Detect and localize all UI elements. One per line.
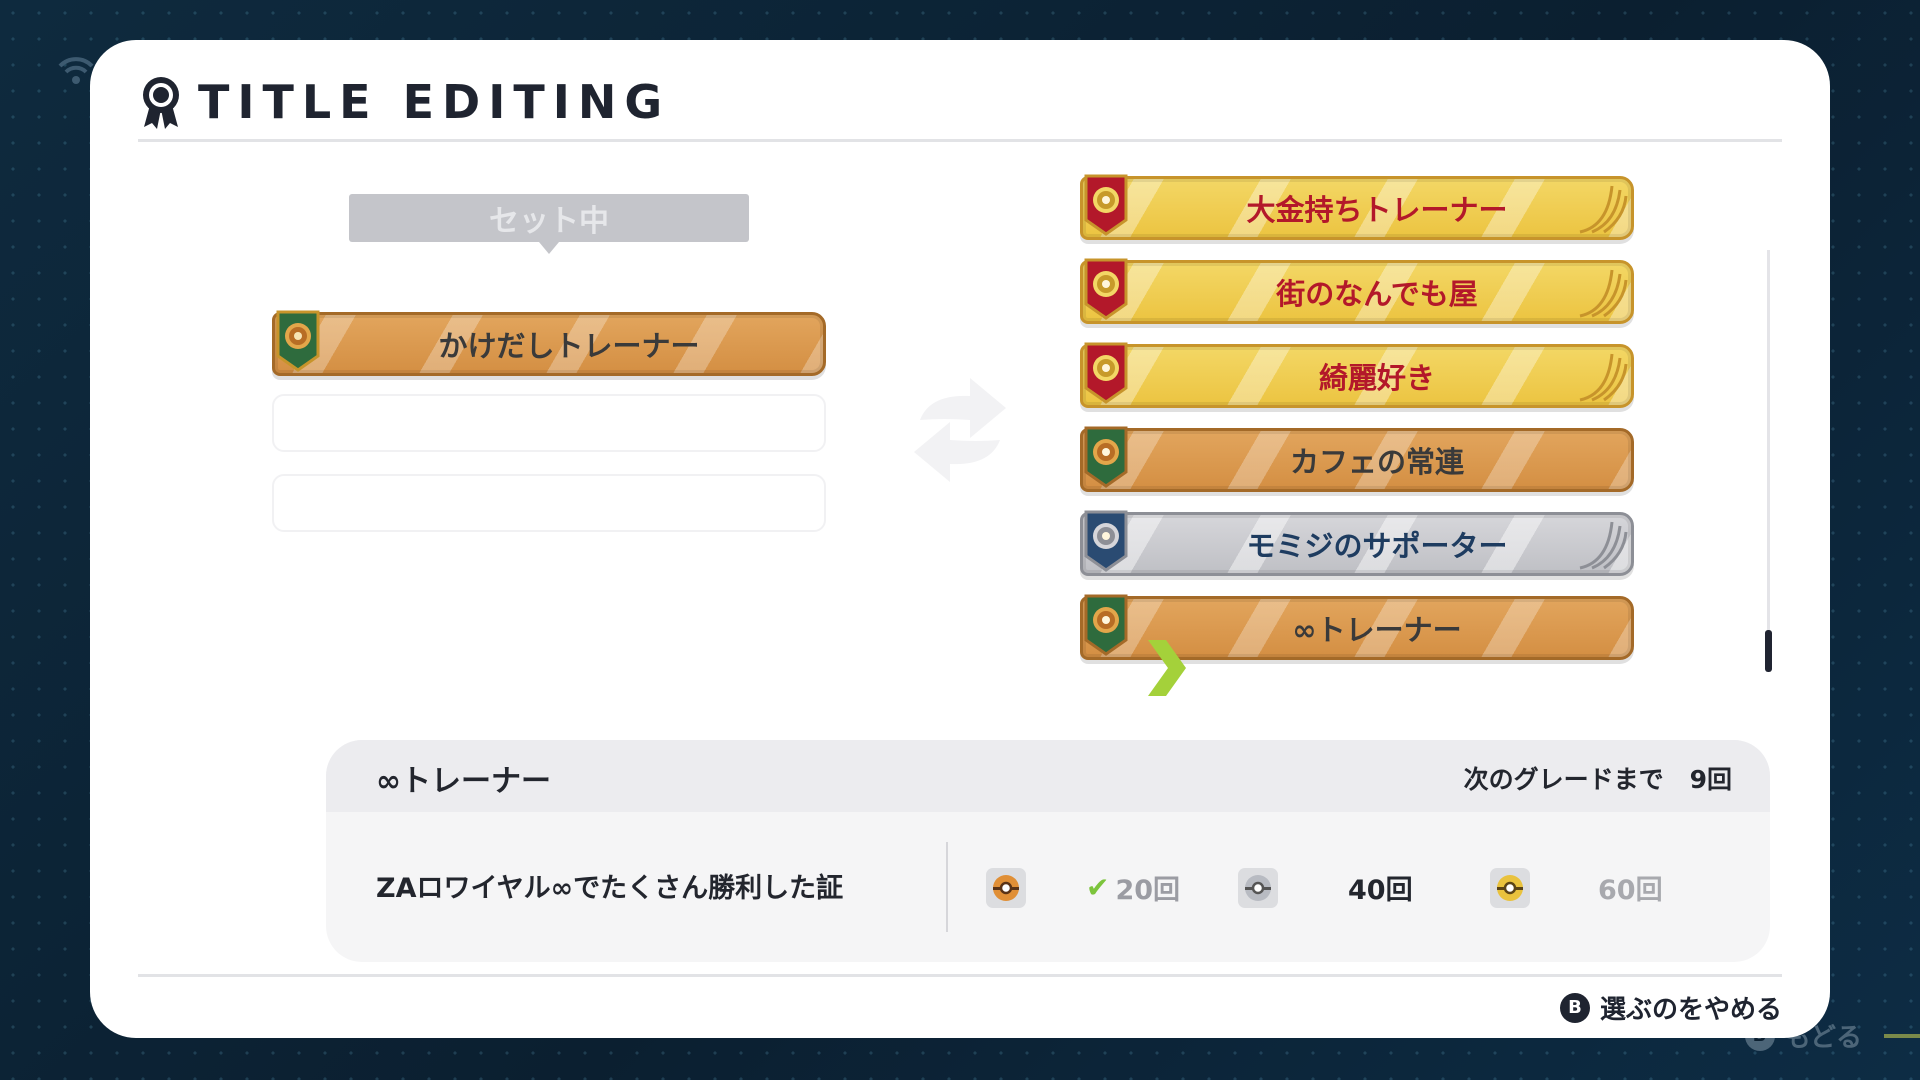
next-grade-label: 次のグレードまで <box>1463 765 1664 794</box>
title-list-item[interactable]: 大金持ちトレーナー <box>1080 174 1634 240</box>
cancel-label: 選ぶのをやめる <box>1599 995 1782 1025</box>
badge-label: 綺麗好き <box>1318 361 1435 395</box>
bronze-ball-icon <box>986 868 1026 908</box>
header: TITLE EDITING <box>138 62 670 142</box>
info-title-name: ∞トレーナー <box>376 764 551 799</box>
title-editing-panel: TITLE EDITING セット中 かけだしトレーナー 大金持ちトレーナー 街の… <box>90 40 1830 1038</box>
title-list-item[interactable]: モミジのサポーター <box>1080 510 1634 576</box>
title-info-card: ∞トレーナー 次のグレードまで 9回 ZAロワイヤル∞でたくさん勝利した証 ✔ … <box>326 740 1770 962</box>
selection-cursor-icon <box>1148 640 1186 696</box>
swap-arrows-icon <box>914 378 1006 482</box>
current-title-badge[interactable]: かけだしトレーナー <box>272 310 826 376</box>
currently-set-label: セット中 <box>349 194 749 254</box>
next-grade-value: 9回 <box>1689 765 1732 794</box>
scrollbar-track[interactable] <box>1767 250 1770 670</box>
badge-label: カフェの常連 <box>1289 445 1464 479</box>
info-header: ∞トレーナー 次のグレードまで 9回 <box>326 740 1770 812</box>
check-icon: ✔ <box>1086 871 1110 904</box>
next-grade: 次のグレードまで 9回 <box>1464 760 1732 796</box>
page-title: TITLE EDITING <box>198 75 671 129</box>
badge-label: かけだしトレーナー <box>438 329 700 363</box>
background-accent-line <box>1884 1034 1920 1038</box>
empty-title-slot-2[interactable] <box>272 394 826 452</box>
empty-title-slot-3[interactable] <box>272 474 826 532</box>
title-list-item[interactable]: 綺麗好き <box>1080 342 1634 408</box>
info-divider <box>946 842 948 932</box>
info-description: ZAロワイヤル∞でたくさん勝利した証 <box>376 873 844 904</box>
title-list-item[interactable]: カフェの常連 <box>1080 426 1634 492</box>
badge-label: 大金持ちトレーナー <box>1246 193 1508 227</box>
header-divider <box>138 139 1782 142</box>
tier-3-count: 60回 <box>1598 875 1663 906</box>
tier-1-count-text: 20回 <box>1115 875 1181 906</box>
tier-1-count: ✔ 20回 <box>1086 868 1180 907</box>
title-list-item[interactable]: 街のなんでも屋 <box>1080 258 1634 324</box>
ribbon-badge-icon <box>143 77 179 129</box>
scrollbar-thumb[interactable] <box>1765 630 1772 672</box>
b-button-icon: B <box>1559 992 1590 1023</box>
tier-2-count: 40回 <box>1348 875 1413 906</box>
footer-divider <box>138 974 1782 977</box>
cancel-button[interactable]: B 選ぶのをやめる <box>1559 989 1782 1026</box>
silver-ball-icon <box>1238 868 1278 908</box>
badge-label: モミジのサポーター <box>1246 529 1508 563</box>
badge-label: ∞トレーナー <box>1292 613 1462 647</box>
gold-ball-icon <box>1490 868 1530 908</box>
badge-label: 街のなんでも屋 <box>1276 277 1478 311</box>
